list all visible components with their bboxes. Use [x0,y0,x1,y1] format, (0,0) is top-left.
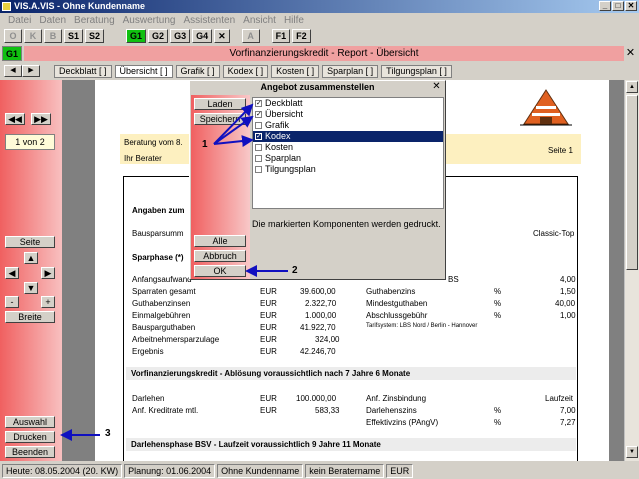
annotation-2: 2 [292,265,298,276]
status-bar: Heute: 08.05.2004 (20. KW) Planung: 01.0… [0,463,639,479]
annotation-1: 1 [202,139,208,150]
status-berater: kein Beratername [305,464,385,478]
annotation-arrows [60,103,288,441]
annotation-3: 3 [105,428,111,439]
status-planung: Planung: 01.06.2004 [124,464,216,478]
status-kunde: Ohne Kundenname [217,464,304,478]
status-today: Heute: 08.05.2004 (20. KW) [2,464,123,478]
status-currency: EUR [386,464,414,478]
arrow-to-deckblatt [213,103,254,145]
